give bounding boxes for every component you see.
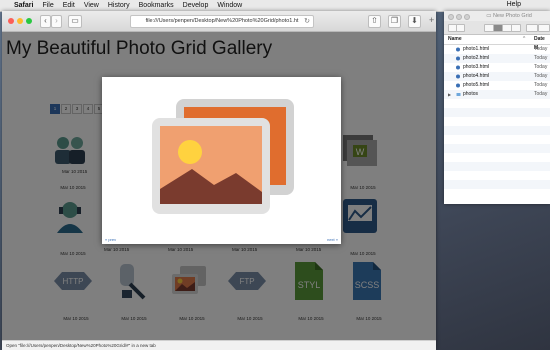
finder-titlebar: ▭ New Photo Grid bbox=[444, 11, 550, 21]
sort-chevron-icon: ⌃ bbox=[522, 36, 527, 42]
finder-window-controls bbox=[448, 14, 470, 20]
html-file-icon bbox=[456, 47, 460, 52]
file-date: Today bbox=[534, 73, 548, 79]
close-window-button[interactable] bbox=[8, 18, 14, 24]
menu-bookmarks[interactable]: Bookmarks bbox=[139, 2, 174, 9]
minimize-window-button[interactable] bbox=[17, 18, 23, 24]
lightbox: « prev next » bbox=[102, 77, 341, 244]
file-row[interactable]: photo4.html Today bbox=[444, 72, 550, 81]
action-gear-icon[interactable] bbox=[538, 24, 550, 32]
address-text: file:///Users/penpen/Desktop/New%20Photo… bbox=[145, 18, 299, 24]
browser-toolbar: ‹ › ▭ file:///Users/penpen/Desktop/New%2… bbox=[2, 11, 436, 32]
finder-column-header: Name ⌃ Date M bbox=[444, 35, 550, 51]
menu-edit[interactable]: Edit bbox=[63, 2, 75, 9]
address-bar[interactable]: file:///Users/penpen/Desktop/New%20Photo… bbox=[130, 15, 314, 28]
finder-folder-icon: ▭ bbox=[486, 13, 492, 19]
folder-row[interactable]: ▶ photos Today bbox=[444, 90, 550, 99]
html-file-icon bbox=[456, 65, 460, 70]
file-name: photo1.html bbox=[463, 46, 490, 52]
folder-name: photos bbox=[463, 91, 479, 97]
html-file-icon bbox=[456, 83, 460, 88]
lightbox-prev-link[interactable]: « prev bbox=[105, 237, 116, 242]
menu-help[interactable]: Help bbox=[507, 1, 521, 8]
menu-develop[interactable]: Develop bbox=[183, 2, 209, 9]
page-content: My Beautiful Photo Grid Gallery 1 2 3 4 … bbox=[2, 32, 436, 350]
back-button[interactable]: ‹ bbox=[40, 15, 51, 28]
menu-window[interactable]: Window bbox=[217, 2, 242, 9]
file-date: Today bbox=[534, 46, 548, 52]
downloads-icon[interactable]: ⬇ bbox=[408, 15, 421, 28]
menu-file[interactable]: File bbox=[42, 2, 53, 9]
html-file-icon bbox=[456, 56, 460, 61]
file-row[interactable]: photo2.html Today bbox=[444, 54, 550, 63]
arrange-icon[interactable] bbox=[526, 24, 538, 32]
safari-window: ‹ › ▭ file:///Users/penpen/Desktop/New%2… bbox=[2, 11, 436, 350]
finder-forward-button[interactable] bbox=[456, 24, 465, 32]
file-date: Today bbox=[534, 91, 548, 97]
file-date: Today bbox=[534, 55, 548, 61]
html-file-icon bbox=[456, 74, 460, 79]
sidebar-icon[interactable]: ▭ bbox=[68, 15, 82, 28]
tabs-overview-icon[interactable]: ❐ bbox=[388, 15, 401, 28]
status-bar: Open "file:///Users/penpen/Desktop/New%2… bbox=[2, 340, 436, 350]
menu-view[interactable]: View bbox=[84, 2, 99, 9]
cover-flow-icon[interactable] bbox=[511, 24, 521, 32]
finder-close-button[interactable] bbox=[448, 14, 454, 20]
file-date: Today bbox=[534, 82, 548, 88]
file-name: photo5.html bbox=[463, 82, 490, 88]
file-name: photo2.html bbox=[463, 55, 490, 61]
finder-title: New Photo Grid bbox=[492, 13, 532, 19]
reload-icon[interactable]: ↻ bbox=[304, 16, 310, 27]
window-controls bbox=[8, 18, 32, 24]
new-tab-button[interactable]: + bbox=[429, 15, 434, 25]
menu-history[interactable]: History bbox=[108, 2, 130, 9]
finder-file-list: photo1.html Today photo2.html Today phot… bbox=[444, 45, 550, 198]
file-name: photo4.html bbox=[463, 73, 490, 79]
menu-app[interactable]: Safari bbox=[14, 2, 33, 9]
finder-minimize-button[interactable] bbox=[456, 14, 462, 20]
forward-button[interactable]: › bbox=[51, 15, 62, 28]
file-row[interactable]: photo5.html Today bbox=[444, 81, 550, 90]
share-icon[interactable]: ⇧ bbox=[368, 15, 381, 28]
folder-icon bbox=[456, 93, 461, 96]
file-row[interactable]: photo1.html Today bbox=[444, 45, 550, 54]
column-name[interactable]: Name bbox=[448, 35, 462, 44]
lightbox-next-link[interactable]: next » bbox=[327, 237, 338, 242]
zoom-window-button[interactable] bbox=[26, 18, 32, 24]
file-row[interactable]: photo3.html Today bbox=[444, 63, 550, 72]
file-date: Today bbox=[534, 64, 548, 70]
finder-window: ▭ New Photo Grid Name ⌃ Date M photo1.ht… bbox=[444, 11, 550, 204]
large-photo-icon bbox=[152, 99, 294, 214]
finder-toolbar bbox=[444, 21, 550, 35]
disclosure-triangle-icon[interactable]: ▶ bbox=[448, 90, 451, 99]
file-name: photo3.html bbox=[463, 64, 490, 70]
finder-zoom-button[interactable] bbox=[464, 14, 470, 20]
